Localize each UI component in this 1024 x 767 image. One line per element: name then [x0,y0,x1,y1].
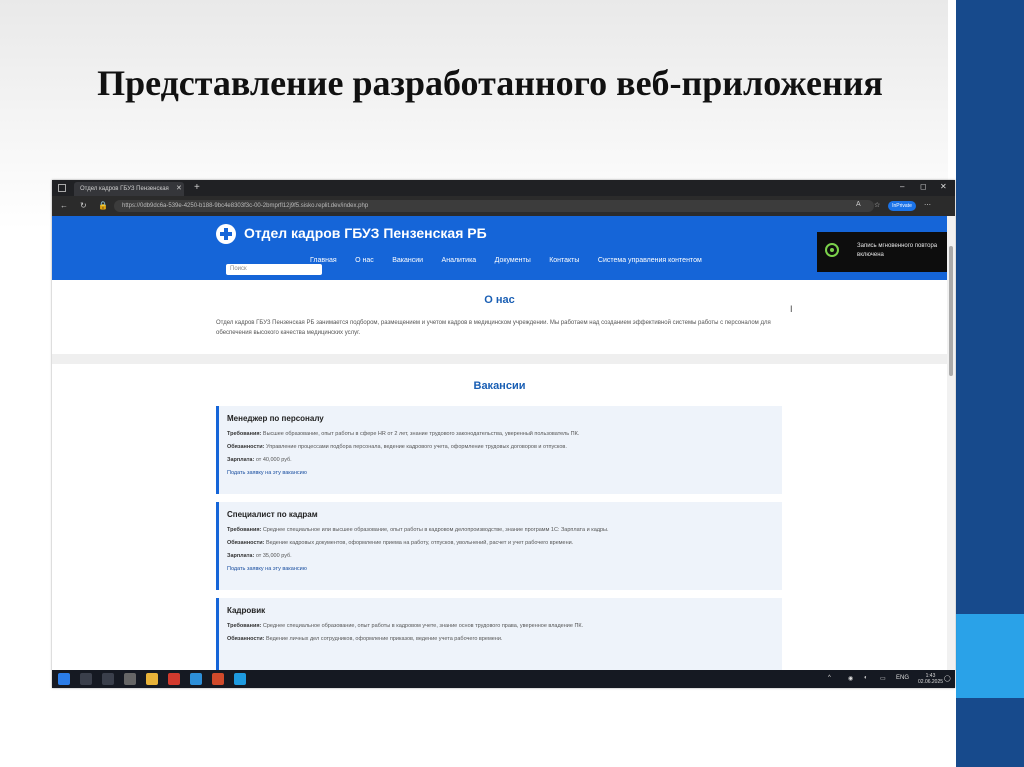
search-icon[interactable] [80,673,92,685]
menu-item-home[interactable]: Главная [310,257,337,264]
new-tab-icon[interactable]: + [194,182,200,193]
about-text: Отдел кадров ГБУЗ Пензенская РБ занимает… [216,320,771,336]
search-input[interactable]: Поиск [226,264,322,275]
vacancy-card: Менеджер по персоналу Требования: Высшее… [216,406,782,494]
yandex-browser-icon[interactable] [168,673,180,685]
telegram-icon[interactable] [190,673,202,685]
reload-icon[interactable]: ↻ [80,201,87,210]
vacancy-duties: Обязанности: Ведение кадровых документов… [227,540,574,546]
vacancy-card: Специалист по кадрам Требования: Среднее… [216,502,782,590]
menu-item-contacts[interactable]: Контакты [549,257,579,264]
url-field[interactable]: https://0db9dc6a-539e-4250-b188-9bc4e830… [114,200,874,212]
browser-address-bar: ← ↻ 🔒 https://0db9dc6a-539e-4250-b188-9b… [52,196,955,216]
slide-side-bar [948,0,1024,767]
web-page: Отдел кадров ГБУЗ Пензенская РБ Главная … [52,216,947,670]
volume-icon[interactable]: ◐ [864,675,868,681]
search-placeholder: Поиск [230,266,247,272]
browser-screenshot: Отдел кадров ГБУЗ Пензенская ✕ + – ◻ ✕ ←… [52,180,955,688]
vacancy-duties: Обязанности: Ведение личных дел сотрудни… [227,636,503,642]
file-explorer-icon[interactable] [146,673,158,685]
tab-actions-icon[interactable] [58,184,66,192]
text-cursor-icon: I [790,304,793,314]
menu-item-documents[interactable]: Документы [495,257,531,264]
url-text: https://0db9dc6a-539e-4250-b188-9bc4e830… [122,203,369,209]
section-divider [52,354,947,364]
vacancy-title: Менеджер по персоналу [227,414,324,423]
favorite-icon[interactable]: ☆ [874,201,880,209]
vacancy-requirements: Требования: Среднее специальное или высш… [227,527,609,533]
minimize-icon[interactable]: – [900,182,904,191]
edge-icon[interactable] [234,673,246,685]
menu-item-vacancies[interactable]: Вакансии [392,257,423,264]
menu-item-about[interactable]: О нас [355,257,374,264]
browser-tab-bar: Отдел кадров ГБУЗ Пензенская ✕ + – ◻ ✕ [52,180,955,196]
maximize-icon[interactable]: ◻ [920,182,927,191]
profile-label: InPrivate [892,203,912,209]
apply-link[interactable]: Подать заявку на эту вакансию [227,470,774,476]
clock-date: 02.06.2025 [918,679,944,685]
lock-icon: 🔒 [98,201,108,210]
inprivate-badge[interactable]: InPrivate [888,201,916,211]
vacancy-title: Специалист по кадрам [227,510,318,519]
back-icon[interactable]: ← [60,201,68,210]
site-header: Отдел кадров ГБУЗ Пензенская РБ Главная … [52,216,947,280]
taskbar-clock[interactable]: 1:43 02.06.2025 [918,673,943,685]
browser-tab[interactable]: Отдел кадров ГБУЗ Пензенская [74,182,184,196]
toast-text: Запись мгновенного повтора включена [857,243,938,258]
more-menu-icon[interactable]: ⋯ [924,201,931,209]
vacancy-duties: Обязанности: Управление процессами подбо… [227,444,567,450]
menu-item-analytics[interactable]: Аналитика [442,257,477,264]
windows-taskbar: ^ ◉ ◐ ▭ ENG 1:43 02.06.2025 ◯ [52,670,955,688]
vacancy-salary: Зарплата: от 40,000 руб. [227,457,292,463]
site-name: Отдел кадров ГБУЗ Пензенская РБ [244,225,487,241]
vacancies-heading: Вакансии [473,380,526,392]
page-scrollbar[interactable] [947,216,955,670]
slide-title: Представление разработанного веб-приложе… [97,63,883,103]
tab-title: Отдел кадров ГБУЗ Пензенская [80,186,169,192]
close-tab-icon[interactable]: ✕ [176,184,182,192]
recording-icon [825,243,839,257]
tray-expand-icon[interactable]: ^ [828,675,831,681]
task-view-icon[interactable] [102,673,114,685]
instant-replay-toast: Запись мгновенного повтора включена [817,232,947,272]
close-window-icon[interactable]: ✕ [940,182,947,191]
calculator-icon[interactable] [124,673,136,685]
vacancy-requirements: Требования: Среднее специальное образова… [227,623,584,629]
main-menu: Главная О нас Вакансии Аналитика Докумен… [310,249,716,267]
apply-link[interactable]: Подать заявку на эту вакансию [227,566,774,572]
about-heading: О нас [484,294,515,306]
language-indicator[interactable]: ENG [896,675,909,681]
vacancy-salary: Зарплата: от 35,000 руб. [227,553,292,559]
network-icon[interactable]: ◉ [848,675,853,682]
powerpoint-icon[interactable] [212,673,224,685]
side-bar-accent [956,614,1024,698]
menu-item-cms[interactable]: Система управления контентом [598,257,702,264]
medical-cross-icon [216,224,236,244]
battery-icon[interactable]: ▭ [880,675,886,682]
read-aloud-icon[interactable]: A [856,201,861,208]
vacancy-requirements: Требования: Высшее образование, опыт раб… [227,431,580,437]
vacancy-card: Кадровик Требования: Среднее специальное… [216,598,782,670]
vacancy-title: Кадровик [227,606,266,615]
scrollbar-thumb[interactable] [949,246,953,376]
notifications-icon[interactable]: ◯ [944,675,951,682]
start-icon[interactable] [58,673,70,685]
